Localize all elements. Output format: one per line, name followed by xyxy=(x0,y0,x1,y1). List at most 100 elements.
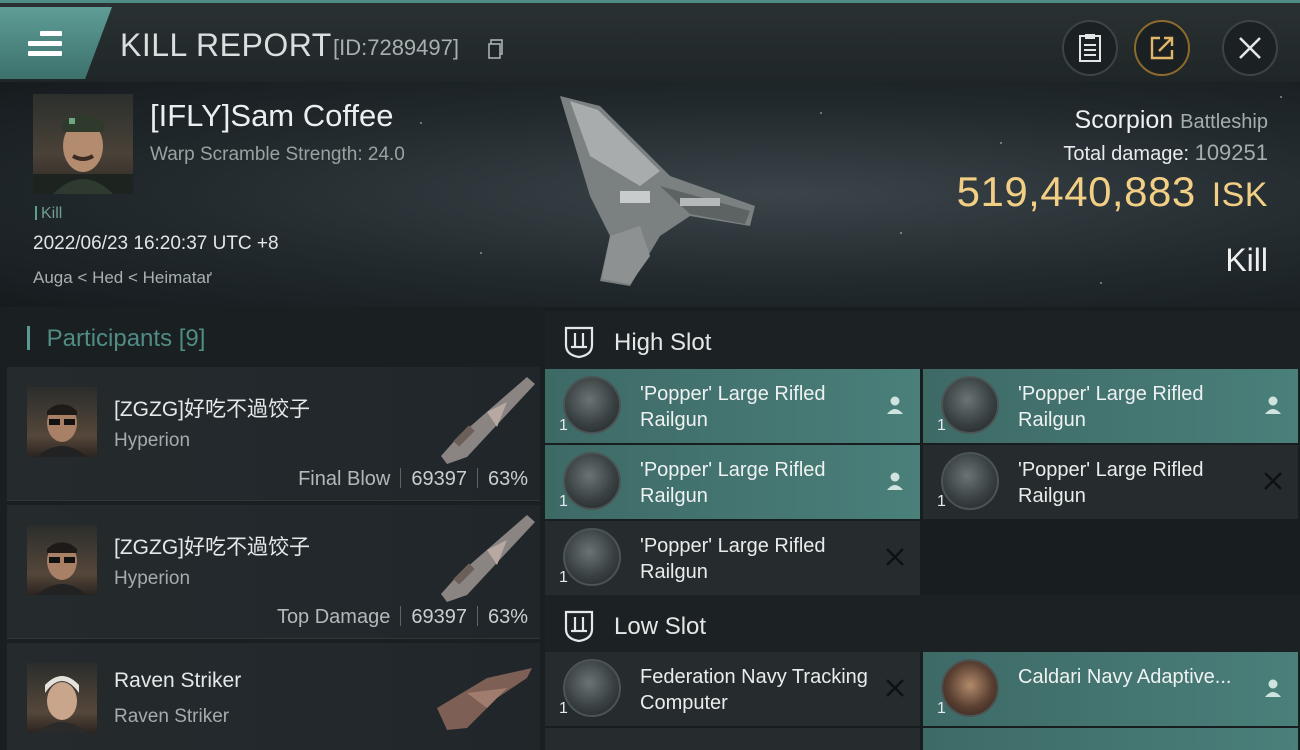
shield-hardener-icon xyxy=(941,659,999,717)
module-item[interactable] xyxy=(923,728,1298,750)
total-damage-label: Total damage: xyxy=(1063,143,1190,165)
participant-name: [ZGZG]好吃不過饺子 xyxy=(114,536,310,559)
railgun-icon xyxy=(563,376,621,434)
participant-damage: 69397 xyxy=(411,468,467,490)
module-name: 'Popper' Large Rifled Railgun xyxy=(640,535,826,583)
participant-ship-image xyxy=(441,377,535,464)
total-damage-value: 109251 xyxy=(1194,140,1268,165)
clipboard-icon xyxy=(1079,34,1101,62)
victim-avatar[interactable] xyxy=(33,94,133,194)
close-button[interactable] xyxy=(1222,20,1278,76)
participant-avatar xyxy=(27,525,97,595)
low-slot-title: Low Slot xyxy=(614,613,707,640)
ship-name: Scorpion xyxy=(1074,106,1174,134)
participant-percent: 63% xyxy=(487,606,528,628)
module-name: Federation Navy Tracking Computer xyxy=(640,666,868,714)
participant-name: Raven Striker xyxy=(114,669,242,692)
participant-row[interactable]: [ZGZG]好吃不過饺子 Hyperion Top Damage 69397 63% xyxy=(7,505,540,639)
railgun-icon xyxy=(941,376,999,434)
clipboard-button[interactable] xyxy=(1062,20,1118,76)
kill-tag: Kill xyxy=(35,205,62,223)
turret-slot-icon xyxy=(564,326,594,359)
module-name: Caldari Navy Adaptive... xyxy=(1018,666,1232,688)
kill-date: 2022/06/23 16:20:37 UTC +8 xyxy=(33,233,279,254)
participant-percent: 63% xyxy=(487,468,528,490)
participant-ship: Raven Striker xyxy=(114,706,230,727)
participant-tag: Final Blow xyxy=(298,468,391,490)
fitting-panel: High Slot 1 'Popper' Large Rifled Railgu… xyxy=(545,307,1300,750)
participant-row[interactable]: [ZGZG]好吃不過饺子 Hyperion Final Blow 69397 63% xyxy=(7,367,540,501)
participants-header[interactable]: Participants [9] xyxy=(27,325,206,353)
page-title: KILL REPORT xyxy=(120,27,332,63)
tracking-computer-icon xyxy=(563,659,621,717)
person-icon xyxy=(887,472,903,490)
person-icon xyxy=(1265,396,1281,414)
module-name: 'Popper' Large Rifled Railgun xyxy=(640,383,826,431)
x-icon xyxy=(886,548,904,566)
victim-panel: [IFLY]Sam Coffee Warp Scramble Strength:… xyxy=(0,82,1300,307)
hamburger-icon xyxy=(28,31,62,57)
module-qty: 1 xyxy=(937,493,946,510)
module-item[interactable]: 1 Federation Navy Tracking Computer xyxy=(545,652,920,726)
module-qty: 1 xyxy=(937,417,946,434)
ship-class: Battleship xyxy=(1180,111,1268,133)
participant-ship-image xyxy=(441,515,535,602)
isk-value: 519,440,883 ISK xyxy=(957,168,1268,216)
participant-tag: Top Damage xyxy=(276,606,391,628)
module-item[interactable]: 1 'Popper' Large Rifled Railgun xyxy=(545,521,920,595)
module-qty: 1 xyxy=(937,700,946,717)
participant-avatar xyxy=(27,387,97,457)
railgun-icon xyxy=(563,528,621,586)
module-item[interactable]: 1 'Popper' Large Rifled Railgun xyxy=(545,445,920,519)
module-name: 'Popper' Large Rifled Railgun xyxy=(640,459,826,507)
participant-ship: Hyperion xyxy=(114,430,191,451)
victim-name[interactable]: [IFLY]Sam Coffee xyxy=(150,98,394,134)
railgun-icon xyxy=(941,452,999,510)
module-name: 'Popper' Large Rifled Railgun xyxy=(1018,383,1204,431)
total-damage: Total damage: 109251 xyxy=(1063,140,1268,166)
module-qty: 1 xyxy=(559,493,568,510)
report-id: [ID:7289497] xyxy=(333,35,459,60)
menu-button[interactable] xyxy=(0,7,112,79)
participant-ship: Hyperion xyxy=(114,568,191,589)
close-icon xyxy=(1239,37,1261,59)
module-qty: 1 xyxy=(559,700,568,717)
victim-subtitle: Warp Scramble Strength: 24.0 xyxy=(150,144,405,165)
participant-stats: Top Damage 69397 63% xyxy=(277,606,528,629)
top-bar: KILL REPORT [ID:7289497] xyxy=(0,0,1300,82)
participant-row[interactable]: Raven Striker Raven Striker xyxy=(7,643,540,750)
participant-avatar xyxy=(27,663,97,733)
copy-icon[interactable] xyxy=(488,39,504,59)
ship-image xyxy=(560,96,755,286)
railgun-icon xyxy=(563,452,621,510)
isk-unit: ISK xyxy=(1211,176,1268,214)
ship-type[interactable]: Scorpion Battleship xyxy=(1075,106,1268,135)
module-item[interactable]: 1 'Popper' Large Rifled Railgun xyxy=(923,445,1298,519)
module-item[interactable] xyxy=(545,728,920,750)
module-item[interactable]: 1 Caldari Navy Adaptive... xyxy=(923,652,1298,726)
module-qty: 1 xyxy=(559,569,568,586)
person-icon xyxy=(1265,679,1281,697)
x-icon xyxy=(1264,472,1282,490)
participants-label: Participants xyxy=(46,325,173,352)
x-icon xyxy=(886,679,904,697)
kill-result: Kill xyxy=(1225,242,1268,278)
module-qty: 1 xyxy=(559,417,568,434)
module-item[interactable]: 1 'Popper' Large Rifled Railgun xyxy=(545,369,920,443)
participants-count: [9] xyxy=(178,325,206,352)
participants-panel: Participants [9] [ZGZG]好吃不過饺子 Hyperion F… xyxy=(0,307,545,750)
isk-amount: 519,440,883 xyxy=(956,168,1196,215)
module-name: 'Popper' Large Rifled Railgun xyxy=(1018,459,1204,507)
participant-stats: Final Blow 69397 63% xyxy=(298,468,528,491)
participant-ship-image xyxy=(437,668,532,730)
share-icon xyxy=(1150,36,1174,60)
share-button[interactable] xyxy=(1134,20,1190,76)
participant-name: [ZGZG]好吃不過饺子 xyxy=(114,398,310,421)
person-icon xyxy=(887,396,903,414)
turret-slot-icon xyxy=(564,610,594,643)
kill-location[interactable]: Auga < Hed < Heimatar xyxy=(33,268,212,288)
high-slot-header: High Slot xyxy=(545,311,1300,369)
module-item[interactable]: 1 'Popper' Large Rifled Railgun xyxy=(923,369,1298,443)
low-slot-header: Low Slot xyxy=(545,595,1300,653)
high-slot-title: High Slot xyxy=(614,329,712,356)
